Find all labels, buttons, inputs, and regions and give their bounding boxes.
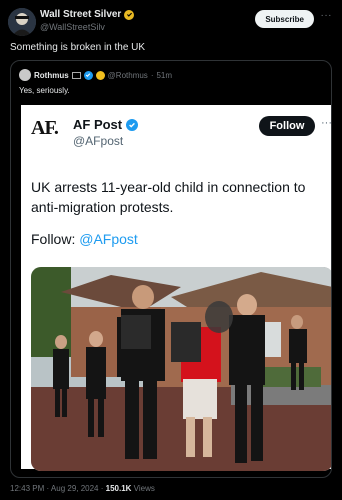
gold-verified-icon <box>124 9 135 20</box>
dot-separator: · <box>150 70 154 80</box>
card-more-icon[interactable]: ··· <box>321 117 331 129</box>
card-author-name: AF Post <box>73 117 123 132</box>
verified-icon <box>83 70 93 80</box>
photo-illustration <box>31 267 331 471</box>
follow-button[interactable]: Follow <box>259 116 315 136</box>
embedded-post-card[interactable]: AF. AF Post @AFpost Follow ··· UK arrest… <box>21 105 331 471</box>
subscribe-button[interactable]: Subscribe <box>255 10 314 28</box>
author-handle[interactable]: @WallStreetSilv <box>40 22 134 32</box>
post-timestamp[interactable]: 12:43 PM · Aug 29, 2024 · <box>10 484 106 493</box>
tweet-text: Something is broken in the UK <box>10 42 146 53</box>
verified-icon <box>126 118 139 131</box>
author-avatar[interactable] <box>8 8 36 36</box>
quote-header: Rothmus @Rothmus · 51m <box>19 69 172 81</box>
quoted-tweet[interactable]: Rothmus @Rothmus · 51m Yes, seriously. A… <box>10 60 332 478</box>
views-label: Views <box>131 484 155 493</box>
card-follow-line: Follow: @AFpost <box>31 231 138 247</box>
smiley-badge-icon <box>95 70 105 80</box>
quote-text: Yes, seriously. <box>19 86 70 95</box>
news-photo[interactable] <box>31 267 331 471</box>
quote-handle: @Rothmus <box>107 70 148 80</box>
card-author-handle: @AFpost <box>73 134 124 148</box>
flag-icon <box>71 71 81 79</box>
quote-avatar <box>19 69 31 81</box>
af-logo: AF. <box>31 117 59 139</box>
tweet-header: Wall Street Silver @WallStreetSilv Subsc… <box>8 8 334 36</box>
card-headline: UK arrests 11-year-old child in connecti… <box>31 179 306 215</box>
more-options-icon[interactable]: ··· <box>321 10 333 21</box>
quote-time: 51m <box>156 70 173 80</box>
author-name[interactable]: Wall Street Silver <box>40 9 121 20</box>
follow-link[interactable]: @AFpost <box>79 231 138 247</box>
quote-author-name: Rothmus <box>34 70 69 80</box>
follow-prefix: Follow: <box>31 231 80 247</box>
avatar-image <box>8 8 36 36</box>
tweet-footer: 12:43 PM · Aug 29, 2024 · 150.1K Views <box>10 484 155 493</box>
views-count: 150.1K <box>105 484 132 493</box>
